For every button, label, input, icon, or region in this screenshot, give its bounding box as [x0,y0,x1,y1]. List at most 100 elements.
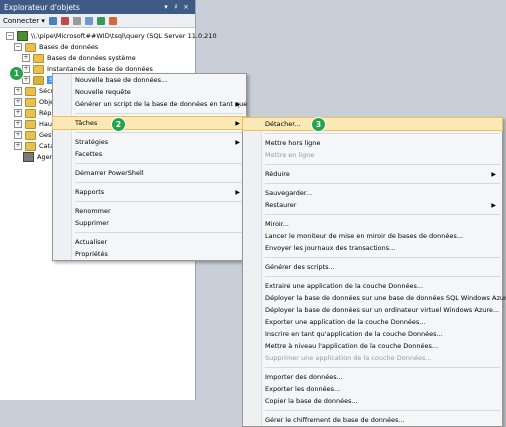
menu-item-label: Nouvelle requête [75,88,131,96]
menu-item-label: Copier la base de données... [265,397,358,405]
menu-separator [265,257,500,258]
expand-icon[interactable]: + [14,120,22,128]
menu-item-envoyer-les-journaux-des-transactions[interactable]: Envoyer les journaux des transactions... [243,242,502,254]
menu-item-label: Propriétés [75,250,108,258]
tree-node-databases[interactable]: − Bases de données [14,42,98,52]
menu-item-actualiser[interactable]: Actualiser [53,236,246,248]
tree-node-system-dbs[interactable]: + Bases de données système [22,53,136,63]
collapse-icon[interactable]: − [6,32,14,40]
menu-item-importer-des-donnees[interactable]: Importer des données... [243,371,502,383]
menu-item-mettre-hors-ligne[interactable]: Mettre hors ligne [243,137,502,149]
menu-item-generer-un-script-de-la-base-de-donnees-[interactable]: Générer un script de la base de données … [53,98,248,110]
menu-item-generer-des-scripts[interactable]: Générer des scripts... [243,261,502,273]
menu-item-label: Facettes [75,150,103,158]
submenu-arrow-icon: ▶ [235,100,240,108]
connect-button[interactable]: Connecter ▾ [3,17,45,25]
stop-icon[interactable] [72,16,81,25]
menu-item-gerer-le-chiffrement-de-base-de-donnees[interactable]: Gérer le chiffrement de base de données.… [243,414,502,426]
collapse-icon[interactable]: − [14,43,22,51]
menu-separator [265,164,500,165]
filter-icon[interactable] [84,16,93,25]
expand-icon[interactable]: + [14,87,22,95]
tree-node-replication[interactable]: + Répli [14,108,55,118]
panel-titlebar: Explorateur d'objets ▾ ♯ × [0,0,195,14]
refresh-icon[interactable] [96,16,105,25]
dropdown-icon[interactable]: ▾ [161,3,171,11]
submenu-arrow-icon: ▶ [235,138,240,146]
databases-label: Bases de données [39,43,99,51]
menu-item-deployer-la-base-de-donnees-sur-un-ordin[interactable]: Déployer la base de données sur un ordin… [243,304,502,316]
menu-item-supprimer[interactable]: Supprimer [53,217,246,229]
context-menu-tasks: Détacher... Mettre hors ligne Mettre en li… [242,117,506,427]
disconnect-icon[interactable] [60,16,69,25]
folder-icon [25,42,36,52]
tree-node-security[interactable]: + Sécur [14,86,58,96]
menu-item-label: Démarrer PowerShell [75,169,144,177]
menu-item-label: Extraire une application de la couche Do… [265,282,424,290]
expand-icon[interactable]: + [22,54,30,62]
menu-item-label: Exporter une application de la couche Do… [265,318,426,326]
tree-node-objects[interactable]: + Objet [14,97,57,107]
menu-item-extraire-une-application-de-la-couche-do[interactable]: Extraire une application de la couche Do… [243,280,502,292]
menu-item-miroir[interactable]: Miroir... [243,218,502,230]
menu-item-detacher[interactable]: Détacher... [242,117,503,131]
expand-icon[interactable]: + [22,76,30,84]
menu-item-copier-la-base-de-donnees[interactable]: Copier la base de données... [243,395,502,407]
context-menu-database: Nouvelle base de données... Nouvelle requ… [52,73,247,261]
menu-item-label: Détacher... [265,120,301,128]
menu-item-deployer-la-base-de-donnees-sur-une-base[interactable]: Déployer la base de données sur une base… [243,292,506,304]
submenu-arrow-icon: ▶ [491,170,496,178]
menu-item-label: Actualiser [75,238,108,246]
expand-icon[interactable]: + [14,131,22,139]
menu-item-label: Réduire [265,170,290,178]
menu-item-label: Mettre hors ligne [265,139,321,147]
activity-icon[interactable] [108,16,117,25]
server-label: \\.\pipe\Microsoft##WID\tsql\query (SQL … [31,32,217,40]
panel-toolbar: Connecter ▾ [0,14,195,28]
menu-item-label: Supprimer [75,219,109,227]
menu-item-proprietes[interactable]: Propriétés [53,248,246,260]
menu-item-label: Lancer le moniteur de mise en miroir de … [265,232,463,240]
folder-icon [25,119,36,129]
menu-item-strategies[interactable]: Stratégies ▶ [53,136,246,148]
menu-item-label: Renommer [75,207,111,215]
menu-item-label: Tâches [75,119,98,127]
menu-separator [265,367,500,368]
folder-icon [33,53,44,63]
menu-item-sauvegarder[interactable]: Sauvegarder... [243,187,502,199]
folder-icon [25,97,36,107]
menu-item-nouvelle-base-de-donnees[interactable]: Nouvelle base de données... [53,74,246,86]
submenu-arrow-icon: ▶ [235,119,240,127]
connect-icon[interactable] [48,16,57,25]
step-badge-2: 2 [111,117,126,132]
menu-separator [265,410,500,411]
expand-icon[interactable]: + [14,142,22,150]
menu-item-renommer[interactable]: Renommer [53,205,246,217]
menu-item-nouvelle-requete[interactable]: Nouvelle requête [53,86,246,98]
menu-item-label: Stratégies [75,138,109,146]
menu-item-exporter-les-donnees[interactable]: Exporter les données... [243,383,502,395]
menu-item-rapports[interactable]: Rapports ▶ [53,186,246,198]
expand-icon[interactable]: + [14,109,22,117]
menu-item-label: Générer des scripts... [265,263,335,271]
menu-item-label: Générer un script de la base de données … [75,100,248,108]
database-icon [33,75,44,85]
expand-icon[interactable]: + [14,98,22,106]
menu-item-facettes[interactable]: Facettes [53,148,246,160]
menu-item-inscrire-en-tant-qu-application-de-la-co[interactable]: Inscrire en tant qu'application de la co… [243,328,502,340]
menu-item-mettre-a-niveau-l-application-de-la-couc[interactable]: Mettre à niveau l'application de la couc… [243,340,502,352]
menu-item-taches[interactable]: Tâches ▶ [52,116,247,130]
snapshots-label: Instantanés de base de données [47,65,153,73]
menu-item-demarrer-powershell[interactable]: Démarrer PowerShell [53,167,246,179]
pin-icon[interactable]: ♯ [171,3,181,11]
tree-node-server[interactable]: − \\.\pipe\Microsoft##WID\tsql\query (SQ… [6,31,217,41]
folder-icon [25,130,36,140]
folder-icon [25,86,36,96]
menu-item-lancer-le-moniteur-de-mise-en-miroir-de-[interactable]: Lancer le moniteur de mise en miroir de … [243,230,502,242]
close-icon[interactable]: × [181,3,191,11]
menu-separator [265,276,500,277]
menu-item-exporter-une-application-de-la-couche-do[interactable]: Exporter une application de la couche Do… [243,316,502,328]
menu-item-restaurer[interactable]: Restaurer ▶ [243,199,502,211]
folder-icon [33,64,44,74]
menu-item-reduire[interactable]: Réduire ▶ [243,168,502,180]
